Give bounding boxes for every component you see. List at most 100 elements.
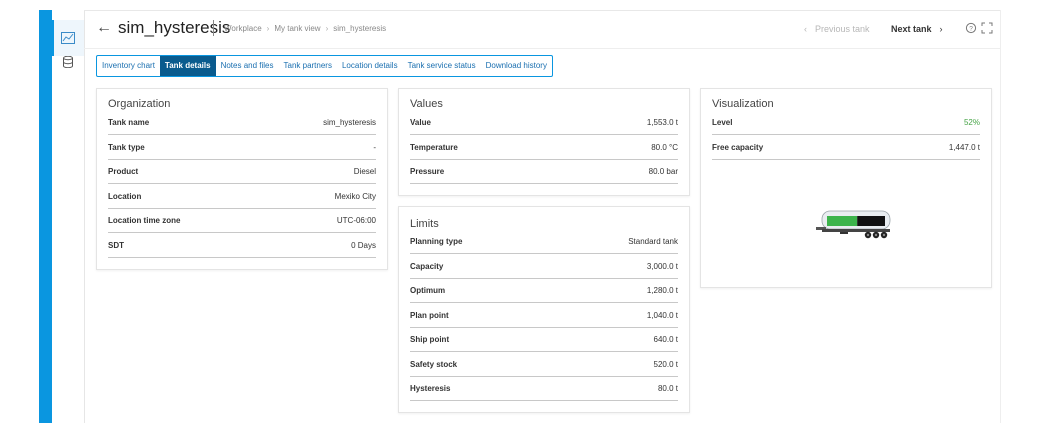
viz-row-free-capacity: Free capacity 1,447.0 t xyxy=(712,139,980,160)
row-label: Level xyxy=(712,118,733,127)
limits-row-plan-point: Plan point 1,040.0 t xyxy=(410,307,678,328)
row-value: 3,000.0 t xyxy=(646,262,678,271)
chevron-left-icon: ‹ xyxy=(804,24,807,34)
values-card: Values Value 1,553.0 t Temperature 80.0 °C… xyxy=(398,88,690,196)
visualization-card: Visualization Level 52% Free capacity 1,44… xyxy=(700,88,992,288)
row-label: Pressure xyxy=(410,167,445,176)
app-accent-bar xyxy=(39,10,52,423)
limits-row-capacity: Capacity 3,000.0 t xyxy=(410,258,678,279)
fullscreen-icon[interactable] xyxy=(981,22,993,34)
row-label: Tank type xyxy=(108,143,145,152)
row-value: Diesel xyxy=(353,167,376,176)
svg-text:?: ? xyxy=(969,25,973,32)
limits-row-hysteresis: Hysteresis 80.0 t xyxy=(410,380,678,401)
row-label: Plan point xyxy=(410,311,449,320)
database-icon xyxy=(63,56,73,68)
help-icon[interactable]: ? xyxy=(965,22,977,34)
row-label: SDT xyxy=(108,241,124,250)
values-title: Values xyxy=(410,98,443,110)
title-divider xyxy=(213,20,214,36)
tank-trailer-icon xyxy=(816,210,891,239)
row-label: Location xyxy=(108,192,142,201)
limits-row-planning-type: Planning type Standard tank xyxy=(410,233,678,254)
limits-row-optimum: Optimum 1,280.0 t xyxy=(410,282,678,303)
breadcrumb-current: sim_hysteresis xyxy=(333,24,387,33)
organization-card: Organization Tank name sim_hysteresis Tan… xyxy=(96,88,388,270)
row-value: Standard tank xyxy=(628,237,678,246)
breadcrumb: Workplace › My tank view › sim_hysteresis xyxy=(224,24,386,33)
limits-card: Limits Planning type Standard tank Capaci… xyxy=(398,206,690,413)
chevron-right-icon: › xyxy=(325,24,329,33)
row-label: Optimum xyxy=(410,286,446,295)
row-value: 1,553.0 t xyxy=(646,118,678,127)
row-value: 0 Days xyxy=(351,241,376,250)
row-label: Product xyxy=(108,167,139,176)
tab-notes-and-files[interactable]: Notes and files xyxy=(216,56,279,76)
row-label: Planning type xyxy=(410,237,463,246)
level-value: 52% xyxy=(963,118,980,127)
next-tank-label: Next tank xyxy=(891,24,932,34)
tank-level-empty xyxy=(857,216,885,226)
header-divider xyxy=(84,48,1000,49)
visualization-title: Visualization xyxy=(712,98,774,110)
tab-download-history[interactable]: Download history xyxy=(481,56,552,76)
rail-item-database[interactable] xyxy=(60,54,76,70)
arrow-left-icon[interactable]: ← xyxy=(96,19,112,37)
row-value: 640.0 t xyxy=(653,335,678,344)
row-value: 80.0 bar xyxy=(648,167,678,176)
viz-row-level: Level 52% xyxy=(712,114,980,135)
tab-bar: Inventory chart Tank details Notes and f… xyxy=(96,55,553,77)
organization-title: Organization xyxy=(108,98,171,110)
row-value: 80.0 t xyxy=(657,384,678,393)
page-header: ← sim_hysteresis Workplace › My tank view ›… xyxy=(84,10,1000,48)
limits-row-ship-point: Ship point 640.0 t xyxy=(410,331,678,352)
values-row-pressure: Pressure 80.0 bar xyxy=(410,163,678,184)
row-value: 520.0 t xyxy=(653,360,678,369)
row-label: Free capacity xyxy=(712,143,764,152)
row-label: Value xyxy=(410,118,431,127)
values-row-temperature: Temperature 80.0 °C xyxy=(410,139,678,160)
side-rail xyxy=(52,10,85,423)
org-row-sdt: SDT 0 Days xyxy=(108,237,376,258)
previous-tank-button[interactable]: ‹ Previous tank xyxy=(804,24,870,34)
row-value: - xyxy=(373,143,376,152)
row-value: sim_hysteresis xyxy=(323,118,376,127)
values-row-value: Value 1,553.0 t xyxy=(410,114,678,135)
breadcrumb-workplace[interactable]: Workplace xyxy=(224,24,262,33)
limits-row-safety-stock: Safety stock 520.0 t xyxy=(410,356,678,377)
row-value: Mexiko City xyxy=(334,192,376,201)
org-row-tank-type: Tank type - xyxy=(108,139,376,160)
tab-tank-partners[interactable]: Tank partners xyxy=(279,56,337,76)
row-label: Safety stock xyxy=(410,360,458,369)
app-frame: ← sim_hysteresis Workplace › My tank view ›… xyxy=(0,0,1042,423)
tab-location-details[interactable]: Location details xyxy=(337,56,403,76)
row-label: Ship point xyxy=(410,335,450,344)
row-value: 1,280.0 t xyxy=(646,286,678,295)
previous-tank-label: Previous tank xyxy=(815,24,870,34)
org-row-location: Location Mexiko City xyxy=(108,188,376,209)
org-row-product: Product Diesel xyxy=(108,163,376,184)
row-label: Tank name xyxy=(108,118,150,127)
org-row-tank-name: Tank name sim_hysteresis xyxy=(108,114,376,135)
row-label: Capacity xyxy=(410,262,444,271)
tab-tank-service-status[interactable]: Tank service status xyxy=(403,56,481,76)
chevron-right-icon: › xyxy=(939,24,943,34)
right-border xyxy=(1000,10,1001,423)
row-value: 80.0 °C xyxy=(651,143,678,152)
next-tank-button[interactable]: Next tank › xyxy=(891,24,943,34)
row-value: 1,447.0 t xyxy=(948,143,980,152)
chart-icon xyxy=(61,32,75,44)
chevron-right-icon: › xyxy=(266,24,270,33)
rail-item-chart[interactable] xyxy=(52,20,84,56)
breadcrumb-my-tank-view[interactable]: My tank view xyxy=(274,24,320,33)
row-label: Temperature xyxy=(410,143,458,152)
row-label: Hysteresis xyxy=(410,384,451,393)
tank-level-fill xyxy=(827,216,858,226)
row-value: 1,040.0 t xyxy=(646,311,678,320)
tab-tank-details[interactable]: Tank details xyxy=(159,56,216,76)
tab-inventory-chart[interactable]: Inventory chart xyxy=(97,56,160,76)
row-label: Location time zone xyxy=(108,216,181,225)
row-value: UTC-06:00 xyxy=(336,216,376,225)
limits-title: Limits xyxy=(410,218,439,230)
org-row-time-zone: Location time zone UTC-06:00 xyxy=(108,212,376,233)
